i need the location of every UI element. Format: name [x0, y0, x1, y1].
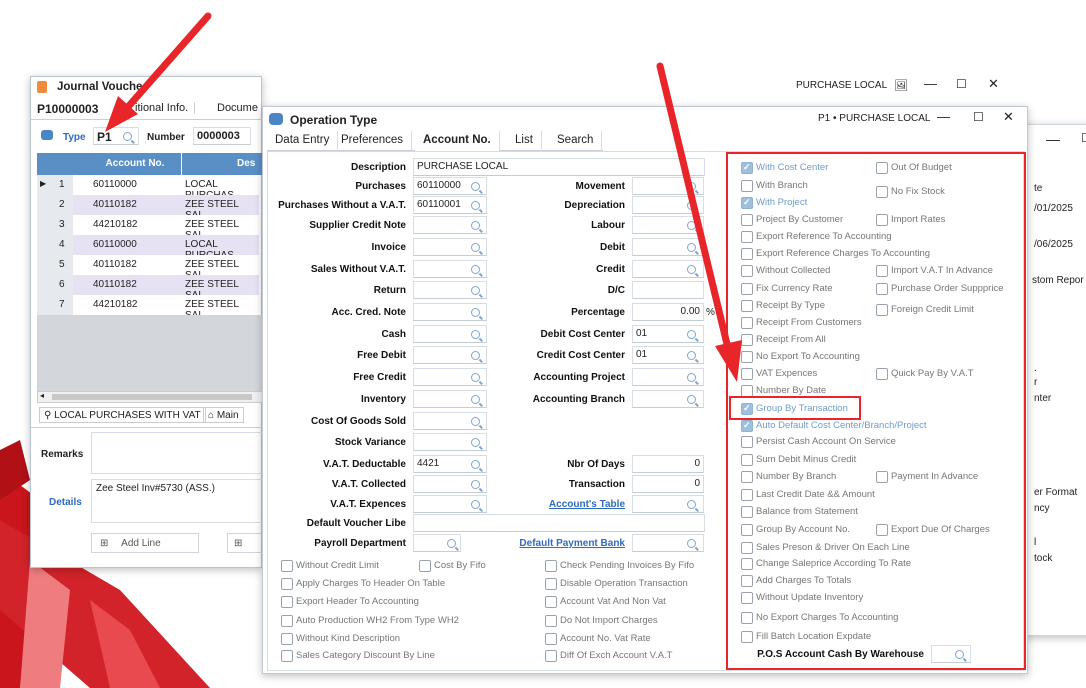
- red-arrows: [105, 12, 742, 382]
